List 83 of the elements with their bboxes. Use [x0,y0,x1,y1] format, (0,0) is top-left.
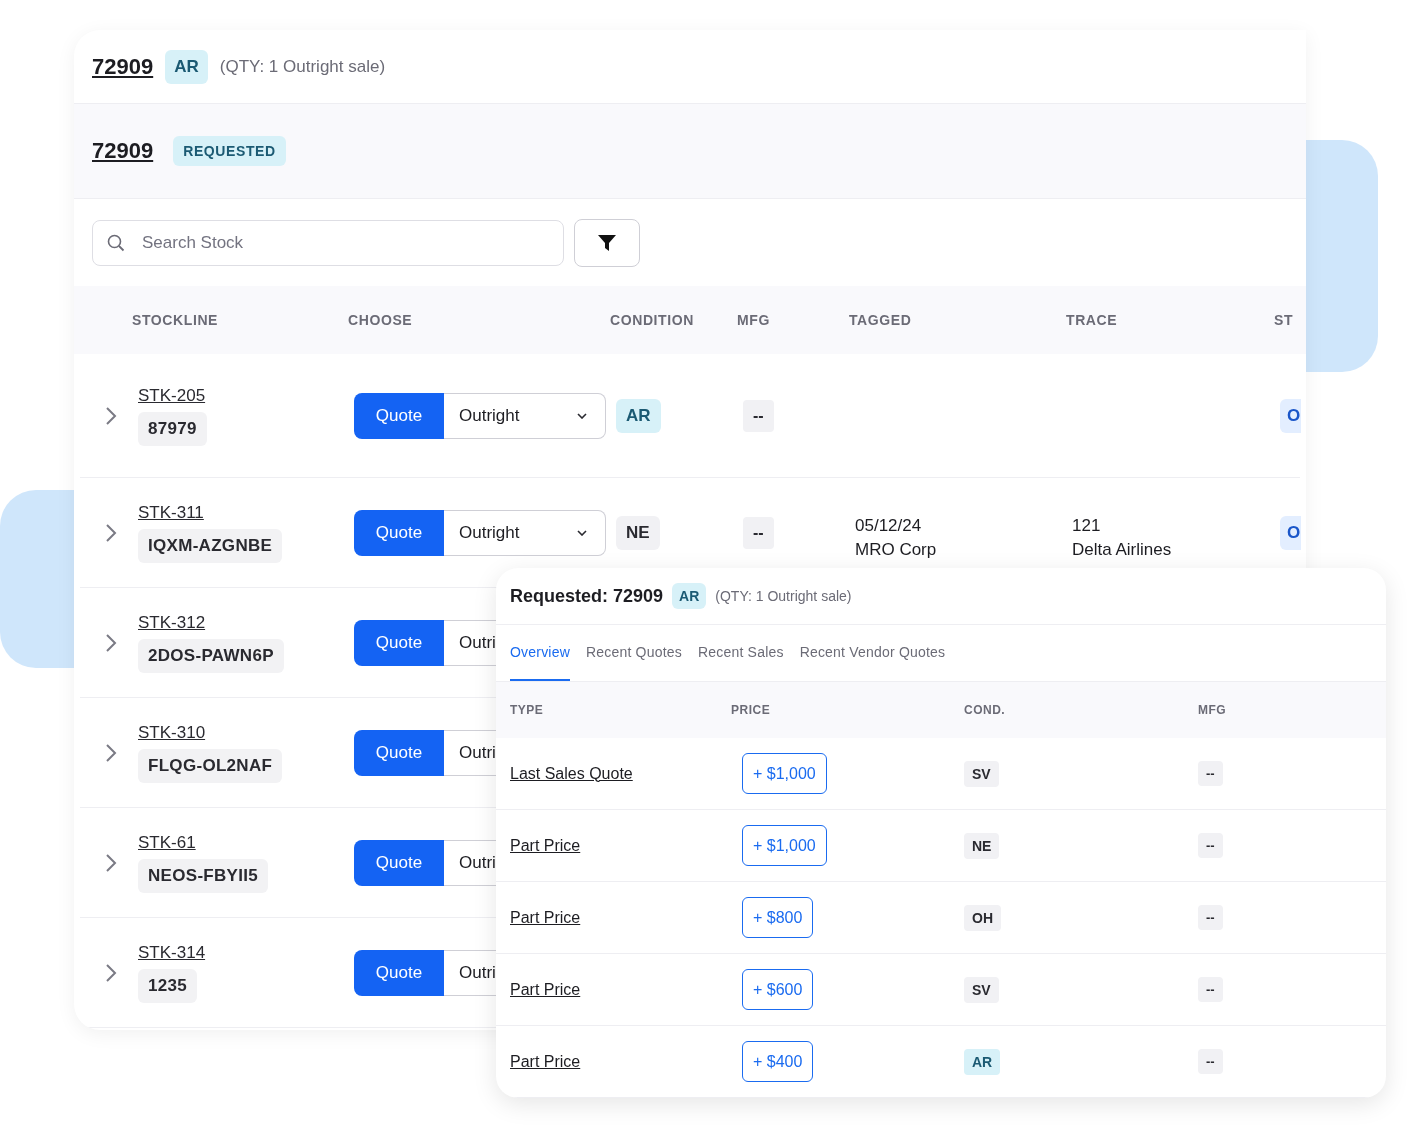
filter-icon [597,232,617,253]
column-header: CHOOSE [348,312,414,328]
serial-number: 87979 [138,411,207,446]
status-badge: O [1280,515,1302,550]
mfg-value: -- [1198,761,1223,786]
price-type-link[interactable]: Part Price [510,980,581,999]
mfg-value: -- [1198,833,1223,858]
mfg-value: -- [1198,905,1223,930]
column-header: TRACE [1066,312,1119,328]
stockline-link[interactable]: STK-314 [138,942,206,963]
tab[interactable]: Recent Quotes [585,625,682,681]
price-type-link[interactable]: Part Price [510,908,581,927]
stockline-link[interactable]: STK-205 [138,385,206,406]
request-number-link[interactable]: 72909 [92,138,154,164]
stockline-link[interactable]: STK-311 [138,502,204,523]
column-header: COND. [964,703,1007,717]
status-badge: REQUESTED [173,136,286,166]
tab[interactable]: Recent Vendor Quotes [799,625,946,681]
caret-icon [577,412,587,419]
condition-badge: AR [964,1048,1001,1075]
sale-type-dropdown[interactable]: Outright [444,392,606,439]
column-header: MFG [1198,703,1228,717]
serial-number: 2DOS-PAWN6P [138,638,284,673]
condition-badge: NE [616,515,660,550]
price-button[interactable]: + $1,000 [742,753,827,794]
stockline-link[interactable]: STK-61 [138,832,196,853]
stockline-link[interactable]: STK-312 [138,612,206,633]
caret-icon [577,529,587,536]
condition-badge: AR [165,49,208,84]
mfg-value: -- [743,399,774,432]
column-header: ST [1274,312,1295,328]
filter-button[interactable] [574,218,640,267]
price-button[interactable]: + $600 [742,969,814,1010]
price-button[interactable]: + $400 [742,1041,814,1082]
price-button[interactable]: + $1,000 [742,825,827,866]
chevron-right-icon[interactable] [105,632,117,653]
status-badge: O [1280,398,1302,433]
trace-text: Delta Airlines [1072,539,1173,560]
quote-button[interactable]: Quote [354,619,444,666]
column-header: STOCKLINE [132,312,220,328]
serial-number: IQXM-AZGNBE [138,528,283,563]
condition-badge: NE [964,832,1000,859]
chevron-right-icon[interactable] [105,742,117,763]
chevron-right-icon[interactable] [105,852,117,873]
quote-button[interactable]: Quote [354,839,444,886]
column-header: TYPE [510,703,545,717]
serial-number: FLQG-OL2NAF [138,748,283,783]
quote-button[interactable]: Quote [354,392,444,439]
tagged-text: 05/12/24 [855,515,923,536]
chevron-right-icon[interactable] [105,522,117,543]
quantity-note: (QTY: 1 Outright sale) [219,56,386,77]
mfg-value: -- [1198,977,1223,1002]
stockline-link[interactable]: STK-310 [138,722,206,743]
column-header: MFG [737,312,771,328]
price-type-link[interactable]: Part Price [510,1052,581,1071]
quote-button[interactable]: Quote [354,949,444,996]
condition-badge: SV [964,976,999,1003]
condition-badge: SV [964,760,999,787]
quantity-note: (QTY: 1 Outright sale) [715,588,852,604]
serial-number: 1235 [138,968,198,1003]
serial-number: NEOS-FBYII5 [138,858,269,893]
tagged-text: MRO Corp [855,539,938,560]
condition-badge: AR [672,583,707,609]
condition-badge: OH [964,904,1001,931]
column-header: CONDITION [610,312,695,328]
sale-type-dropdown[interactable]: Outright [444,509,606,556]
chevron-right-icon[interactable] [105,405,117,426]
part-number-link[interactable]: 72909 [92,53,154,80]
column-header: PRICE [731,703,772,717]
panel-title: Requested: 72909 [510,585,664,607]
price-button[interactable]: + $800 [742,897,814,938]
price-type-link[interactable]: Last Sales Quote [510,764,633,783]
search-field[interactable]: Search Stock [92,219,564,266]
price-type-link[interactable]: Part Price [510,836,581,855]
quote-button[interactable]: Quote [354,729,444,776]
trace-text: 121 [1072,515,1102,536]
column-header: TAGGED [849,312,913,328]
mfg-value: -- [1198,1049,1223,1074]
mfg-value: -- [743,516,774,549]
chevron-right-icon[interactable] [105,962,117,983]
condition-badge: AR [616,398,661,433]
quote-button[interactable]: Quote [354,509,444,556]
tab[interactable]: Recent Sales [697,625,784,681]
